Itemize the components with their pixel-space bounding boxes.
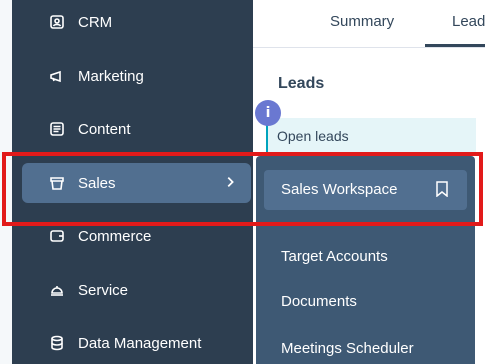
tab-summary[interactable]: Summary (330, 13, 394, 30)
sidebar-item-content[interactable]: Content (24, 109, 240, 149)
sidebar-item-label: Service (78, 281, 129, 299)
tab-bar: Summary Leads (253, 0, 485, 48)
tab-active-indicator (425, 44, 485, 47)
flyout-item-target-accounts[interactable]: Target Accounts (281, 248, 388, 265)
open-leads-link[interactable]: Open leads (277, 128, 349, 144)
flyout-item-meetings-scheduler[interactable]: Meetings Scheduler (281, 340, 414, 357)
tab-leads[interactable]: Leads (452, 13, 485, 30)
highlight-box (2, 152, 483, 226)
sidebar-item-data-management[interactable]: Data Management (24, 323, 240, 363)
sidebar-item-label: Content (78, 120, 131, 138)
database-icon (48, 334, 66, 352)
sidebar-item-marketing[interactable]: Marketing (24, 56, 240, 96)
crm-icon (48, 13, 66, 31)
flyout-item-documents[interactable]: Documents (281, 293, 357, 310)
sidebar-item-label: Marketing (78, 67, 144, 85)
sidebar-item-label: Data Management (78, 334, 202, 352)
commerce-icon (48, 227, 66, 245)
section-title: Leads (278, 75, 325, 92)
service-icon (48, 281, 66, 299)
info-icon[interactable]: i (255, 100, 281, 126)
sidebar-item-label: Commerce (78, 227, 152, 245)
content-icon (48, 120, 66, 138)
sidebar-item-service[interactable]: Service (24, 270, 240, 310)
megaphone-icon (48, 67, 66, 85)
sidebar-item-crm[interactable]: CRM (24, 2, 240, 42)
sidebar-item-label: CRM (78, 13, 113, 31)
